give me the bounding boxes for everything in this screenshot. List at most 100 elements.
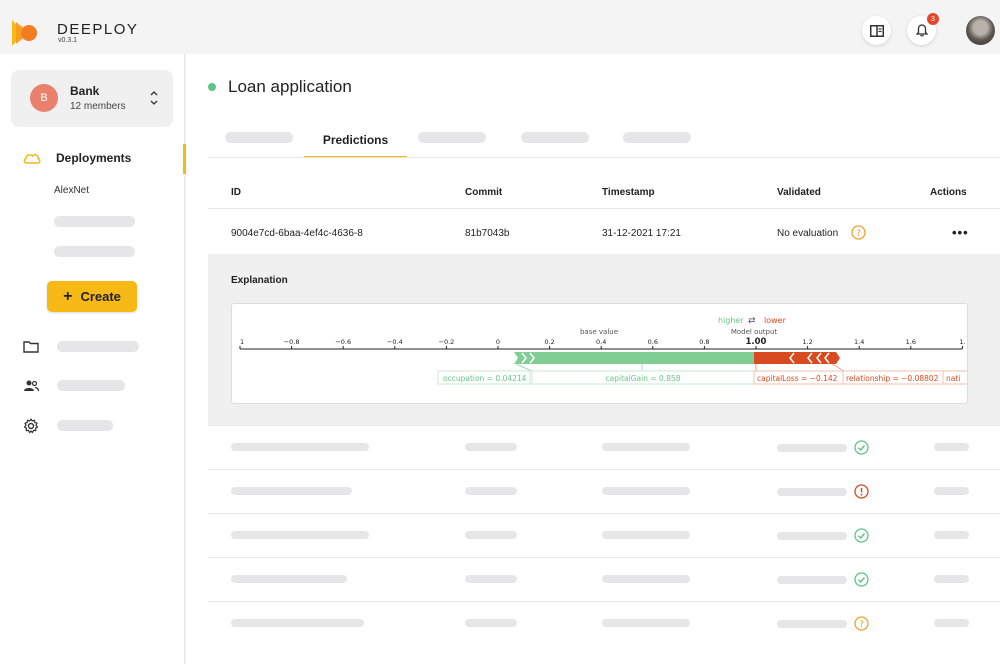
cell-placeholder	[602, 531, 690, 539]
feature-label-capitalgain: capitalGain = 0.858	[606, 374, 681, 383]
tab-placeholder[interactable]	[521, 132, 589, 143]
row-divider	[208, 425, 1000, 426]
bell-icon	[915, 24, 928, 37]
tab-placeholder[interactable]	[225, 132, 293, 143]
tab-predictions[interactable]: Predictions	[304, 124, 407, 158]
notifications-button[interactable]: 3	[907, 13, 939, 45]
people-icon[interactable]	[22, 377, 40, 395]
cell-placeholder	[934, 443, 969, 451]
row-divider	[208, 557, 1000, 558]
sidebar-item-placeholder[interactable]	[57, 341, 139, 352]
force-plot-chart: higher ⇄ lower Model output base value 1…	[239, 316, 967, 385]
axis-tick-label: −0.4	[387, 338, 403, 346]
sidebar-subitem-alexnet[interactable]: AlexNet	[54, 185, 89, 196]
question-icon[interactable]: ?	[854, 616, 869, 631]
main-content: Loan application Predictions ID Commit T…	[186, 54, 1000, 664]
lower-label: lower	[764, 316, 787, 325]
docs-button[interactable]	[862, 16, 891, 45]
cell-placeholder	[465, 575, 517, 583]
axis-tick-label: 1	[240, 338, 244, 346]
user-avatar[interactable]	[966, 16, 995, 45]
folder-icon[interactable]	[22, 338, 40, 356]
axis-tick-label: −0.6	[335, 338, 351, 346]
cell-placeholder	[777, 444, 847, 452]
org-avatar: B	[30, 84, 58, 112]
create-label: Create	[80, 289, 121, 304]
axis-tick-label: 0	[496, 338, 500, 346]
feature-label-truncated: nati	[946, 374, 960, 383]
explanation-title: Explanation	[231, 275, 288, 286]
cell-placeholder	[777, 532, 847, 540]
column-header-commit: Commit	[465, 187, 503, 198]
check-circle-icon[interactable]	[854, 572, 869, 587]
tab-placeholder[interactable]	[418, 132, 486, 143]
cell-placeholder	[231, 443, 369, 451]
cell-placeholder	[465, 619, 517, 627]
sidebar-subitem-placeholder[interactable]	[54, 246, 135, 257]
cell-placeholder	[934, 487, 969, 495]
column-header-actions: Actions	[930, 187, 967, 198]
cell-placeholder	[777, 488, 847, 496]
sidebar-item-placeholder[interactable]	[57, 420, 113, 431]
cell-placeholder	[934, 531, 969, 539]
error-circle-icon[interactable]	[854, 484, 869, 499]
cell-placeholder	[934, 619, 969, 627]
cell-id: 9004e7cd-6baa-4ef4c-4636-8	[231, 228, 363, 239]
org-member-count: 12 members	[70, 101, 126, 112]
cell-placeholder	[777, 576, 847, 584]
higher-label: higher	[718, 316, 744, 325]
axis-tick-label: 1.00	[746, 337, 767, 347]
axis-tick-label: 1.6	[906, 338, 916, 346]
create-button[interactable]: + Create	[47, 281, 137, 312]
axis-tick-label: 0.2	[544, 338, 554, 346]
check-circle-icon[interactable]	[854, 440, 869, 455]
cell-validated: No evaluation	[777, 228, 839, 239]
axis-tick-label: 1.	[959, 338, 965, 346]
cell-placeholder	[231, 531, 369, 539]
cloud-icon	[23, 153, 41, 164]
row-divider	[208, 513, 1000, 514]
axis-tick-label: 0.8	[699, 338, 709, 346]
negative-force-bar	[754, 352, 840, 364]
cell-placeholder	[465, 443, 517, 451]
force-plot: higher ⇄ lower Model output base value 1…	[231, 303, 968, 404]
sidebar-item-placeholder[interactable]	[57, 380, 125, 391]
tabs-divider	[208, 157, 1000, 158]
row-actions-menu[interactable]: •••	[952, 225, 969, 240]
feature-label-occupation: occupation = 0.04214	[443, 374, 527, 383]
column-header-timestamp: Timestamp	[602, 187, 655, 198]
positive-force-bar	[514, 352, 754, 364]
axis-tick-label: 0.4	[596, 338, 606, 346]
book-icon	[869, 24, 884, 37]
axis-tick-label: −0.8	[284, 338, 300, 346]
cell-placeholder	[602, 619, 690, 627]
cell-placeholder	[465, 531, 517, 539]
column-header-id: ID	[231, 187, 241, 198]
top-bar: DEEPLOY v0.3.1 3	[0, 0, 1000, 54]
row-divider	[208, 469, 1000, 470]
chevron-updown-icon	[150, 91, 158, 105]
cell-timestamp: 31-12-2021 17:21	[602, 228, 681, 239]
cell-placeholder	[465, 487, 517, 495]
axis-tick-label: 1.4	[854, 338, 864, 346]
org-switcher[interactable]: B Bank 12 members	[11, 70, 173, 127]
svg-text:?: ?	[856, 229, 861, 239]
sidebar-item-deployments[interactable]: Deployments	[0, 144, 186, 174]
sidebar-subitem-placeholder[interactable]	[54, 216, 135, 227]
cell-placeholder	[934, 575, 969, 583]
tab-placeholder[interactable]	[623, 132, 691, 143]
axis-tick-label: 1.2	[802, 338, 812, 346]
feature-label-capitalloss: capitalLoss = −0.142	[757, 374, 838, 383]
plus-icon: +	[63, 287, 73, 305]
sidebar: B Bank 12 members Deployments AlexNet + …	[0, 54, 186, 664]
base-value-label: base value	[580, 328, 618, 336]
deeploy-logo	[12, 20, 37, 46]
page-title: Loan application	[228, 77, 352, 96]
column-header-validated: Validated	[777, 187, 821, 198]
cell-placeholder	[231, 487, 352, 495]
org-name: Bank	[70, 84, 100, 98]
gear-icon[interactable]	[22, 417, 40, 435]
check-circle-icon[interactable]	[854, 528, 869, 543]
cell-commit: 81b7043b	[465, 228, 510, 239]
question-icon[interactable]: ?	[851, 225, 866, 240]
